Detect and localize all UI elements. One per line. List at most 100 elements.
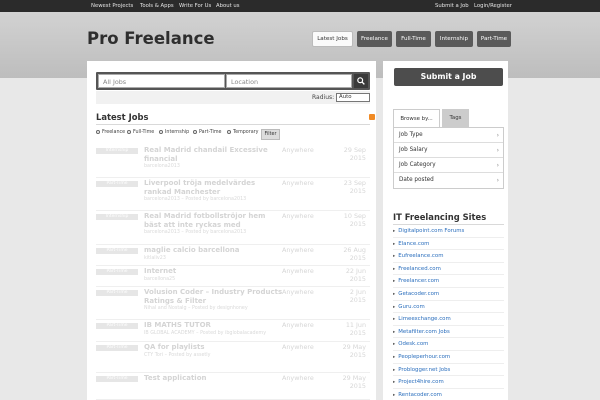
job-row[interactable]: Internship Real Madrid chandail Excessive… — [96, 145, 370, 178]
filter-full-time[interactable]: Full-Time — [127, 130, 154, 135]
job-date: 29 Sep 2015 — [344, 146, 366, 162]
keyword-search-input[interactable]: All Jobs — [98, 74, 225, 88]
site-link-label[interactable]: Digitalpoint.com Forums — [398, 228, 464, 234]
topbar-link-about-us[interactable]: About us — [216, 3, 239, 9]
search-icon — [357, 77, 365, 85]
browse-item-job-type[interactable]: Job Type › — [394, 128, 503, 143]
job-title[interactable]: IB MATHS TUTOR — [144, 321, 284, 330]
job-location: Anywhere — [282, 146, 314, 154]
nav-latest-jobs[interactable]: Latest Jobs — [312, 31, 353, 47]
job-type-badge: Internship — [96, 214, 138, 220]
arrow-right-icon: ▸ — [393, 329, 396, 335]
sidebar: Submit a Job Browse by... Tags Job Type ›… — [383, 61, 508, 400]
job-title[interactable]: maglie calcio barcellona — [144, 246, 284, 255]
job-location: Anywhere — [282, 374, 314, 382]
job-title[interactable]: Internet — [144, 267, 284, 276]
site-link-label[interactable]: Project4hire.com — [398, 379, 443, 385]
job-date: 23 Sep 2015 — [344, 179, 366, 195]
browse-item-job-category[interactable]: Job Category › — [394, 158, 503, 173]
job-location: Anywhere — [282, 179, 314, 187]
site-link-label[interactable]: Limeexchange.com — [398, 316, 450, 322]
radius-select[interactable]: Auto — [336, 93, 370, 102]
filter-temporary[interactable]: Temporary — [227, 130, 258, 135]
nav-part-time[interactable]: Part-Time — [477, 31, 511, 47]
tab-browse-by[interactable]: Browse by... — [393, 109, 440, 127]
job-title[interactable]: Real Madrid chandail Excessive financial — [144, 146, 284, 163]
job-title[interactable]: Volusion Coder – Industry Products Ratin… — [144, 288, 284, 305]
site-logo[interactable]: Pro Freelance — [87, 29, 215, 48]
job-row[interactable]: Part-Time Liverpool tröja medelvärdes ran… — [96, 178, 370, 211]
job-row[interactable]: Part-Time Internet barcellona25 Anywhere 22 … — [96, 266, 370, 287]
job-date-day: 22 Jun — [345, 267, 366, 275]
site-link[interactable]: ▸ Elance.com — [393, 238, 504, 251]
job-title[interactable]: Liverpool tröja medelvärdes rankad Manch… — [144, 179, 284, 196]
topbar-link-write-for-us[interactable]: Write For Us — [179, 3, 211, 9]
site-link-label[interactable]: Freelancer.com — [398, 278, 439, 284]
browse-item-date-posted[interactable]: Date posted › — [394, 173, 503, 188]
job-row[interactable]: Part-Time Volusion Coder – Industry Produ… — [96, 287, 370, 320]
job-title[interactable]: Real Madrid fotbollströjor hem bäst att … — [144, 212, 284, 229]
site-link[interactable]: ▸ Freelancer.com — [393, 275, 504, 288]
site-link[interactable]: ▸ Project4hire.com — [393, 376, 504, 389]
chevron-down-icon: › — [496, 147, 499, 154]
job-type-badge: Internship — [96, 148, 138, 154]
filter-button[interactable]: Filter — [261, 129, 280, 140]
arrow-right-icon: ▸ — [393, 254, 396, 260]
job-title[interactable]: QA for playlists — [144, 343, 284, 352]
location-search-input[interactable]: Location — [226, 74, 352, 88]
topbar-link-tools-apps[interactable]: Tools & Apps — [140, 3, 174, 9]
search-button[interactable] — [354, 74, 368, 88]
site-link-label[interactable]: Elance.com — [398, 241, 429, 247]
site-link[interactable]: ▸ Problogger.net Jobs — [393, 364, 504, 377]
topbar-link-newest-projects[interactable]: Newest Projects — [91, 3, 133, 9]
job-row[interactable]: Part-Time IB MATHS TUTOR IB GLOBAL ACADEMY… — [96, 320, 370, 342]
job-meta: barcelona2013 — [144, 164, 180, 169]
job-title[interactable]: Test application — [144, 374, 284, 383]
job-date-day: 29 May — [342, 374, 366, 382]
job-date-day: 23 Sep — [343, 179, 366, 187]
job-row[interactable]: Part-Time Test application Anywhere 29 May 2… — [96, 373, 370, 400]
site-link-label[interactable]: Peopleperhour.com — [398, 354, 450, 360]
site-link[interactable]: ▸ Eufreelance.com — [393, 250, 504, 263]
site-link[interactable]: ▸ Getacoder.com — [393, 288, 504, 301]
job-date-year: 2015 — [349, 351, 366, 359]
job-meta: IB GLOBAL ACADEMY – Posted by ibglobalac… — [144, 331, 267, 336]
site-link[interactable]: ▸ Freelanced.com — [393, 263, 504, 276]
site-link[interactable]: ▸ Peopleperhour.com — [393, 351, 504, 364]
submit-job-button[interactable]: Submit a Job — [394, 68, 503, 86]
site-link[interactable]: ▸ Guru.com — [393, 301, 504, 314]
nav-internship[interactable]: Internship — [435, 31, 473, 47]
site-link[interactable]: ▸ Metafilter.com Jobs — [393, 326, 504, 339]
job-row[interactable]: Part-Time QA for playlists CTY Tori – Post… — [96, 342, 370, 373]
arrow-right-icon: ▸ — [393, 342, 396, 348]
job-row[interactable]: Part-Time maglie calcio barcellona kitlali… — [96, 245, 370, 266]
filter-freelance[interactable]: Freelance — [96, 130, 125, 135]
site-link-label[interactable]: Eufreelance.com — [398, 253, 443, 259]
job-date-year: 2015 — [349, 187, 366, 195]
site-link-label[interactable]: Problogger.net Jobs — [398, 367, 450, 373]
job-location: Anywhere — [282, 267, 314, 275]
tab-tags[interactable]: Tags — [442, 109, 469, 127]
rss-icon[interactable] — [369, 114, 375, 120]
browse-item-job-salary[interactable]: Job Salary › — [394, 143, 503, 158]
site-link-label[interactable]: Rentacoder.com — [398, 392, 442, 398]
site-link-label[interactable]: Odesk.com — [398, 341, 428, 347]
filter-internship[interactable]: Internship — [159, 130, 189, 135]
site-link[interactable]: ▸ Limeexchange.com — [393, 313, 504, 326]
job-meta: barcellona25 — [144, 277, 176, 282]
site-link[interactable]: ▸ Rentacoder.com — [393, 389, 504, 400]
site-link-label[interactable]: Guru.com — [398, 304, 424, 310]
site-link-label[interactable]: Freelanced.com — [398, 266, 441, 272]
site-link-label[interactable]: Getacoder.com — [398, 291, 439, 297]
arrow-right-icon: ▸ — [393, 229, 396, 234]
nav-freelance[interactable]: Freelance — [357, 31, 392, 47]
topbar-link-login-register[interactable]: Login/Register — [474, 3, 512, 9]
job-row[interactable]: Internship Real Madrid fotbollströjor hem… — [96, 211, 370, 245]
nav-full-time[interactable]: Full-Time — [396, 31, 431, 47]
topbar-link-submit-job[interactable]: Submit a Job — [435, 3, 469, 9]
filter-part-time[interactable]: Part-Time — [193, 130, 222, 135]
job-location: Anywhere — [282, 321, 314, 329]
site-link[interactable]: ▸ Odesk.com — [393, 338, 504, 351]
site-link-label[interactable]: Metafilter.com Jobs — [398, 329, 450, 335]
site-link[interactable]: ▸ Digitalpoint.com Forums — [393, 225, 504, 238]
